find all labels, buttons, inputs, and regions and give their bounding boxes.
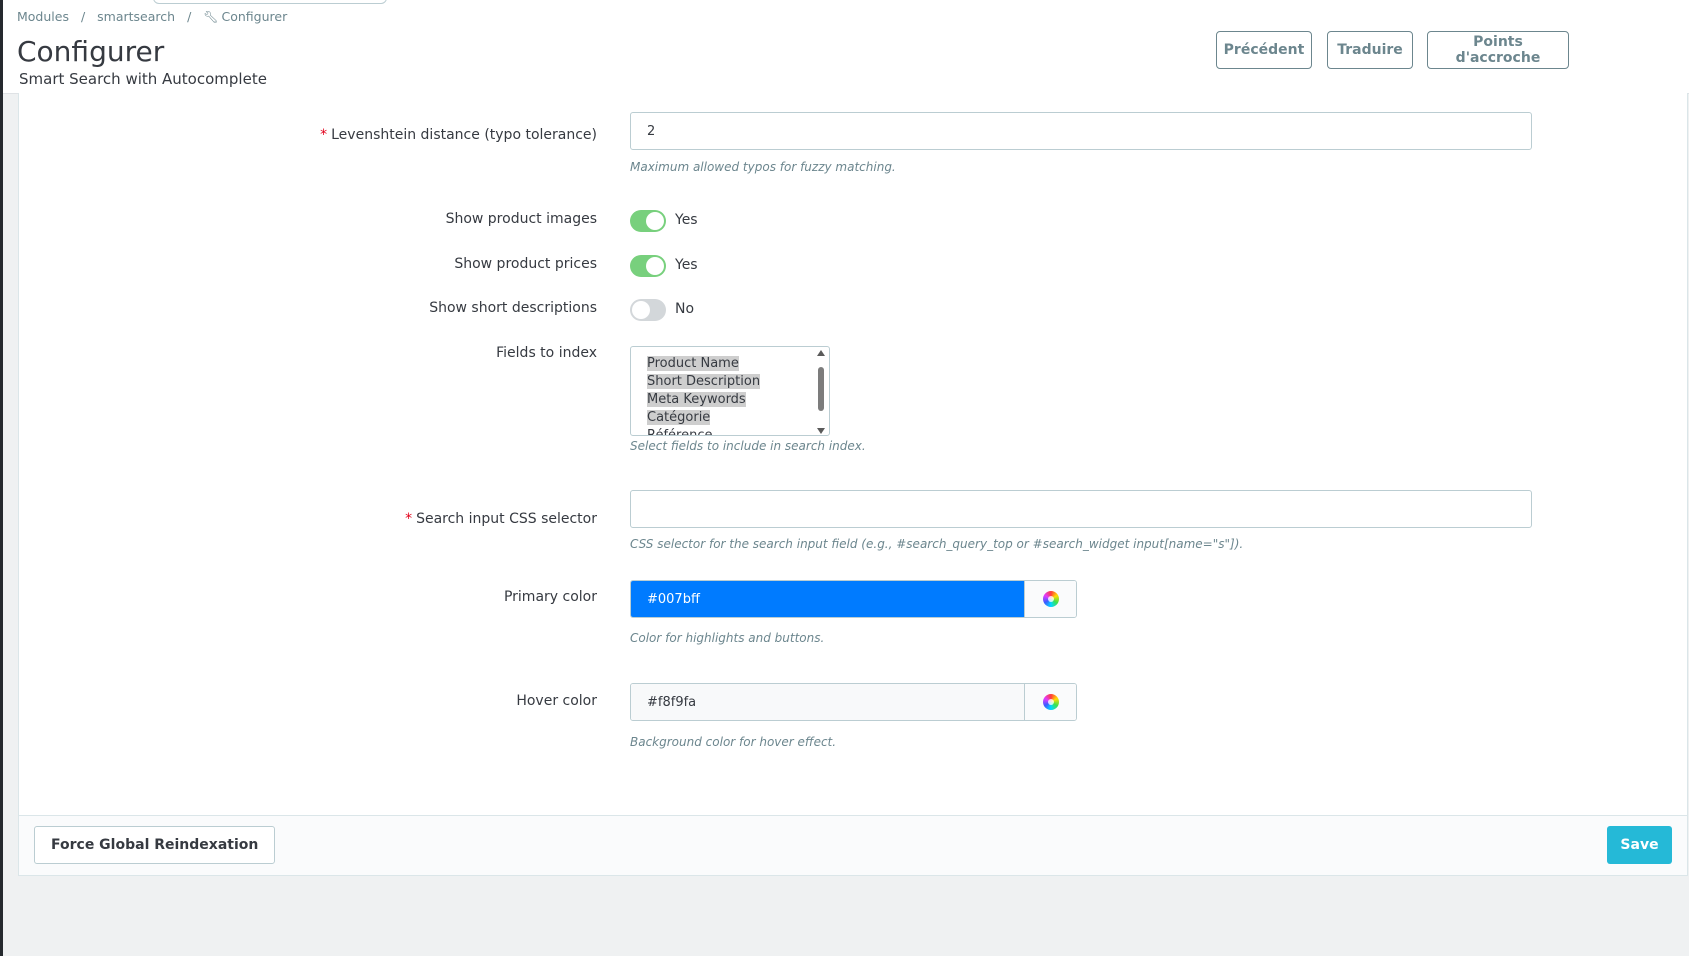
- levenshtein-input[interactable]: [630, 112, 1532, 150]
- show-prices-state: Yes: [675, 257, 698, 273]
- show-short-desc-toggle[interactable]: [630, 299, 666, 321]
- toggle-knob: [632, 301, 650, 319]
- breadcrumb-current: Configurer: [221, 9, 288, 24]
- option-product-name[interactable]: Product Name: [647, 355, 760, 373]
- fields-to-index-select[interactable]: Product Name Short Description Meta Keyw…: [630, 346, 830, 436]
- toggle-knob: [646, 212, 664, 230]
- breadcrumb: Modules / smartsearch / 🔧︎ Configurer: [17, 9, 287, 24]
- listbox-scrollbar[interactable]: [815, 350, 827, 434]
- show-images-toggle[interactable]: [630, 210, 666, 232]
- translate-button[interactable]: Traduire: [1327, 31, 1413, 69]
- css-selector-label: * Search input CSS selector: [405, 511, 597, 527]
- show-images-label: Show product images: [445, 211, 597, 227]
- config-panel: *Levenshtein distance (typo tolerance) M…: [18, 93, 1688, 876]
- wrench-icon: 🔧︎: [203, 10, 219, 24]
- show-prices-toggle[interactable]: [630, 255, 666, 277]
- translate-button-label: Traduire: [1337, 42, 1403, 58]
- fields-options: Product Name Short Description Meta Keyw…: [647, 355, 761, 435]
- hover-color-help: Background color for hover effect.: [630, 735, 837, 749]
- breadcrumb-separator: /: [187, 9, 192, 24]
- required-mark: *: [320, 127, 328, 143]
- panel-footer: Force Global Reindexation Save: [19, 815, 1687, 875]
- previous-button[interactable]: Précédent: [1216, 31, 1312, 69]
- fields-to-index-label: Fields to index: [496, 345, 597, 361]
- levenshtein-label: * Levenshtein distance (typo tolerance): [320, 127, 597, 143]
- option-reference[interactable]: Référence: [647, 427, 760, 435]
- primary-color-group: #007bff: [630, 580, 1077, 618]
- option-meta-keywords[interactable]: Meta Keywords: [647, 391, 760, 409]
- primary-color-label: Primary color: [503, 589, 597, 605]
- show-prices-label: Show product prices: [454, 256, 597, 272]
- css-selector-input[interactable]: [630, 490, 1532, 528]
- option-short-description[interactable]: Short Description: [647, 373, 761, 391]
- previous-button-label: Précédent: [1223, 42, 1305, 58]
- fields-to-index-help: Select fields to include in search index…: [630, 439, 866, 453]
- hover-color-picker-button[interactable]: [1024, 684, 1076, 720]
- css-selector-help: CSS selector for the search input field …: [630, 537, 1244, 551]
- scroll-thumb[interactable]: [818, 367, 824, 411]
- page-header: Modules / smartsearch / 🔧︎ Configurer Con…: [3, 0, 1689, 94]
- save-button[interactable]: Save: [1607, 826, 1672, 864]
- levenshtein-help: Maximum allowed typos for fuzzy matching…: [630, 160, 896, 174]
- top-tab-edge: [153, 0, 387, 4]
- scroll-up-arrow-icon[interactable]: [817, 350, 825, 356]
- primary-color-help: Color for highlights and buttons.: [630, 631, 825, 645]
- hover-color-input[interactable]: #f8f9fa: [631, 684, 1024, 720]
- toggle-knob: [646, 257, 664, 275]
- required-mark: *: [405, 511, 413, 527]
- option-categorie[interactable]: Catégorie: [647, 409, 760, 427]
- breadcrumb-modules[interactable]: Modules: [17, 9, 69, 24]
- color-wheel-icon: [1042, 694, 1059, 710]
- page-title: Configurer: [17, 35, 165, 68]
- force-reindex-button[interactable]: Force Global Reindexation: [34, 826, 276, 864]
- hooks-button[interactable]: Points d'accroche: [1427, 31, 1569, 69]
- primary-color-picker-button[interactable]: [1024, 581, 1076, 617]
- show-images-state: Yes: [675, 212, 698, 228]
- show-short-desc-state: No: [675, 301, 695, 317]
- scroll-down-arrow-icon[interactable]: [817, 428, 825, 434]
- primary-color-input[interactable]: #007bff: [631, 581, 1024, 617]
- page-subtitle: Smart Search with Autocomplete: [19, 70, 267, 88]
- left-sidebar-edge: [0, 0, 3, 956]
- color-wheel-icon: [1042, 591, 1059, 607]
- hooks-button-label: Points d'accroche: [1455, 34, 1541, 66]
- hover-color-label: Hover color: [516, 693, 597, 709]
- show-short-desc-label: Show short descriptions: [429, 300, 597, 316]
- hover-color-group: #f8f9fa: [630, 683, 1077, 721]
- breadcrumb-module[interactable]: smartsearch: [97, 9, 175, 24]
- breadcrumb-separator: /: [80, 9, 86, 24]
